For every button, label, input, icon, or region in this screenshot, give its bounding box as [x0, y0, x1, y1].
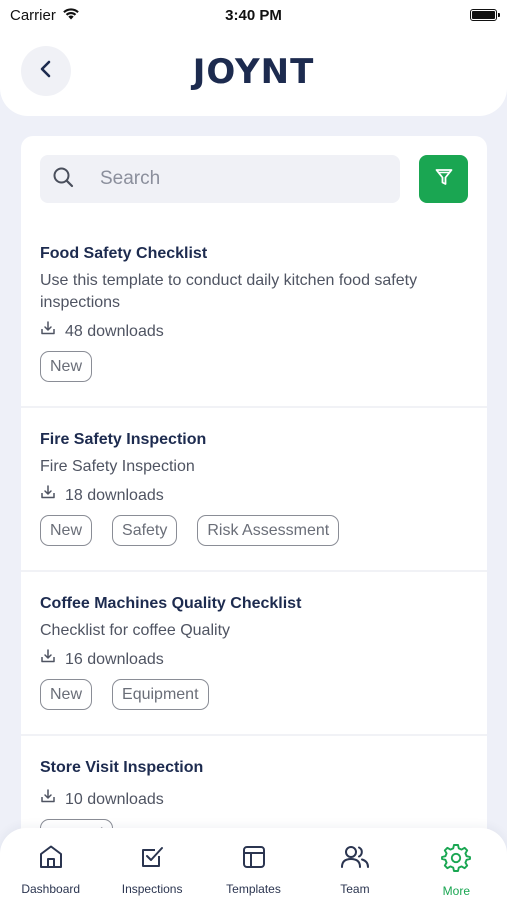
checkbox-icon — [138, 843, 166, 876]
tag: New — [40, 351, 93, 382]
downloads-count: 48 downloads — [65, 322, 164, 340]
tab-label: More — [442, 884, 470, 898]
template-item[interactable]: Fire Safety Inspection Fire Safety Inspe… — [21, 408, 487, 572]
tab-more[interactable]: More — [406, 828, 507, 900]
tab-label: Inspections — [121, 882, 183, 896]
tag: Safety — [112, 515, 178, 546]
search-input[interactable] — [100, 168, 400, 190]
brand-logo: JOYNT — [192, 52, 315, 92]
downloads-row: 48 downloads — [40, 320, 468, 343]
downloads-row: 16 downloads — [40, 648, 468, 671]
download-icon — [40, 788, 56, 811]
search-row — [40, 155, 468, 203]
layout-icon — [240, 843, 268, 876]
gear-icon — [441, 843, 472, 878]
filter-button[interactable] — [419, 155, 468, 203]
tab-label: Templates — [226, 882, 281, 896]
battery-icon — [470, 9, 500, 21]
tab-templates[interactable]: Templates — [203, 828, 304, 900]
tag-list: New Equipment — [40, 679, 468, 734]
home-icon — [37, 843, 65, 876]
tab-team[interactable]: Team — [304, 828, 405, 900]
downloads-count: 18 downloads — [65, 486, 164, 504]
template-item[interactable]: Food Safety Checklist Use this template … — [21, 222, 487, 408]
downloads-row: 10 downloads — [40, 788, 468, 811]
search-box[interactable] — [40, 155, 400, 203]
app-header: JOYNT — [0, 30, 507, 116]
tab-label: Dashboard — [21, 882, 81, 896]
tab-inspections[interactable]: Inspections — [101, 828, 202, 900]
downloads-count: 16 downloads — [65, 650, 164, 668]
template-title: Store Visit Inspection — [40, 759, 204, 776]
downloads-row: 18 downloads — [40, 484, 468, 507]
wifi-icon — [62, 7, 80, 24]
filter-icon — [434, 167, 454, 192]
template-title: Food Safety Checklist — [40, 245, 208, 262]
template-list: Food Safety Checklist Use this template … — [21, 222, 487, 856]
download-icon — [40, 648, 56, 671]
download-icon — [40, 484, 56, 507]
status-time: 3:40 PM — [225, 6, 282, 24]
status-right — [337, 9, 500, 21]
search-icon — [52, 166, 74, 193]
tab-label: Team — [340, 882, 370, 896]
app-screen: Carrier 3:40 PM JOYNT Search Food Safety… — [0, 0, 507, 900]
template-item[interactable]: Coffee Machines Quality Checklist Checkl… — [21, 572, 487, 736]
users-icon — [340, 843, 370, 876]
tag: New — [40, 679, 93, 710]
tag: Equipment — [112, 679, 209, 710]
template-description: Fire Safety Inspection — [40, 458, 195, 475]
carrier-label: Carrier — [10, 6, 56, 24]
tag-list: New — [40, 351, 468, 406]
template-description: Checklist for coffee Quality — [40, 622, 231, 639]
status-left: Carrier — [10, 7, 170, 24]
template-title: Coffee Machines Quality Checklist — [40, 595, 302, 612]
tag: Risk Assessment — [197, 515, 340, 546]
bottom-tab-bar: Dashboard Inspections Templates Team Mor… — [0, 828, 507, 900]
template-library-card: Food Safety Checklist Use this template … — [21, 136, 487, 856]
downloads-count: 10 downloads — [65, 790, 164, 808]
status-bar: Carrier 3:40 PM — [0, 0, 507, 30]
tab-dashboard[interactable]: Dashboard — [0, 828, 101, 900]
tag-list: New Safety Risk Assessment — [40, 515, 468, 570]
template-title: Fire Safety Inspection — [40, 431, 207, 448]
template-description: Use this template to conduct daily kitch… — [40, 272, 418, 311]
download-icon — [40, 320, 56, 343]
tag: New — [40, 515, 93, 546]
